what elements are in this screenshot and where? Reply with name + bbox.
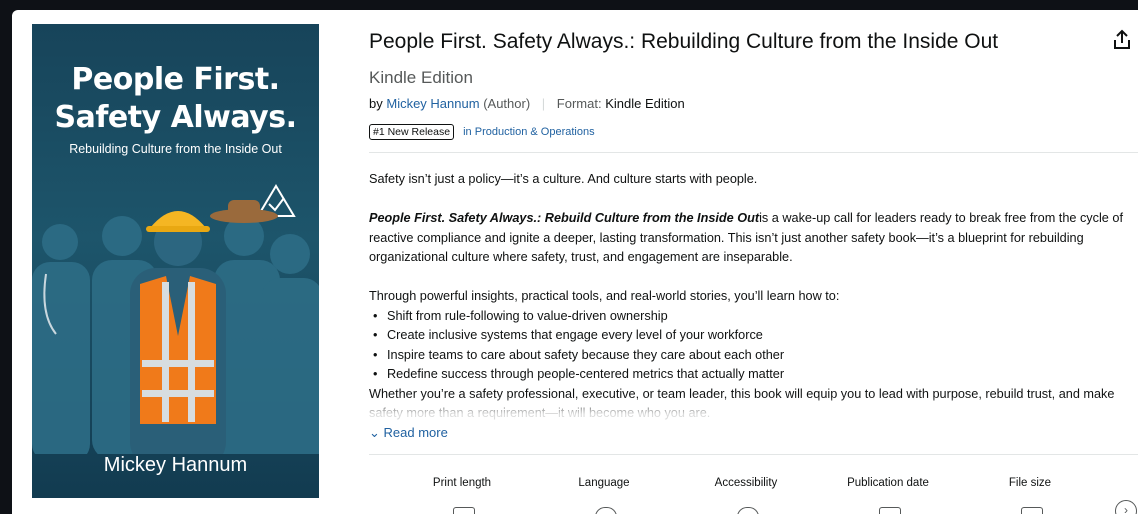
cover-subtitle: Rebuilding Culture from the Inside Out (69, 142, 282, 156)
cover-title-line2: Safety Always. (54, 100, 297, 135)
chevron-right-icon[interactable]: › (1115, 500, 1137, 514)
product-panel: People First. Safety Always. Rebuilding … (12, 10, 1138, 514)
globe-icon (595, 507, 617, 514)
description-fade (369, 396, 1138, 422)
description-paragraph: People First. Safety Always.: Rebuild Cu… (369, 209, 1138, 268)
product-title: People First. Safety Always.: Rebuilding… (369, 30, 999, 53)
list-item: Inspire teams to care about safety becau… (373, 346, 1138, 366)
read-more-link[interactable]: ⌄ Read more (369, 425, 448, 441)
accessibility-icon (737, 507, 759, 514)
list-item: Create inclusive systems that engage eve… (373, 326, 1138, 346)
category-in: in (463, 126, 472, 138)
attribute-language: Language (578, 477, 630, 489)
list-item: Redefine success through people-centered… (373, 365, 1138, 385)
book-icon (453, 507, 475, 514)
attribute-file-size: File size (1008, 477, 1052, 489)
author-role: (Author) (483, 96, 531, 111)
read-more-label: Read more (383, 425, 448, 440)
author-link[interactable]: Mickey Hannum (386, 96, 479, 111)
book-cover[interactable]: People First. Safety Always. Rebuilding … (32, 24, 319, 498)
benefit-list: Shift from rule-following to value-drive… (369, 307, 1138, 385)
calendar-icon (879, 507, 901, 514)
byline: by Mickey Hannum (Author) | Format: Kind… (369, 96, 685, 111)
share-icon[interactable] (1110, 28, 1134, 52)
cover-illustration (32, 184, 319, 454)
attribute-publication-date: Publication date (847, 477, 929, 489)
divider-line (369, 454, 1138, 455)
format-value: Kindle Edition (605, 96, 685, 111)
bestseller-row: #1 New Release in Production & Operation… (369, 124, 595, 140)
by-label: by (369, 96, 383, 111)
divider: | (541, 96, 546, 111)
format-label: Format: (556, 96, 602, 111)
file-icon (1021, 507, 1043, 514)
cover-title-line1: People First. (71, 62, 280, 97)
chevron-down-icon: ⌄ (369, 425, 380, 440)
description-paragraph: Through powerful insights, practical too… (369, 289, 840, 303)
edition-label: Kindle Edition (369, 68, 473, 87)
new-release-badge[interactable]: #1 New Release (369, 124, 455, 140)
attribute-accessibility: Accessibility (714, 477, 778, 489)
cover-author: Mickey Hannum (103, 454, 248, 476)
description-bold-title: People First. Safety Always.: Rebuild Cu… (369, 211, 760, 225)
divider-line (369, 152, 1138, 153)
description-paragraph: Safety isn’t just a policy—it’s a cultur… (369, 172, 758, 186)
attribute-print-length: Print length (432, 477, 492, 489)
book-description: Safety isn’t just a policy—it’s a cultur… (369, 170, 1138, 424)
list-item: Shift from rule-following to value-drive… (373, 307, 1138, 327)
category-link[interactable]: Production & Operations (475, 126, 595, 138)
